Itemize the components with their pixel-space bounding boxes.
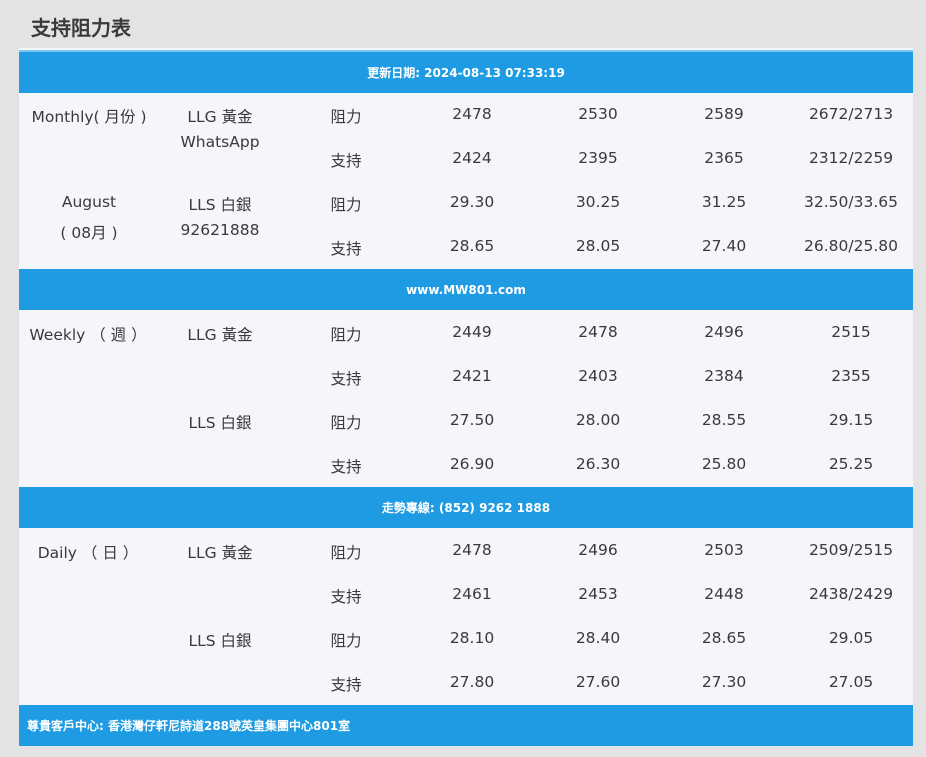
- weekly-row-0-value-1: 2478: [578, 323, 618, 341]
- daily-silver-label: LLS 白銀: [188, 632, 252, 650]
- monthly-row-1-value-1: 2395: [578, 149, 618, 167]
- weekly-row-2-value-1: 28.00: [575, 411, 621, 429]
- monthly-row-3-value-2: 27.40: [701, 237, 747, 255]
- whatsapp-label: WhatsApp: [180, 133, 260, 151]
- monthly-row-1-value-0: 2424: [452, 149, 492, 167]
- monthly-row-2-value-0: 29.30: [449, 193, 495, 211]
- daily-row-3-value-2: 27.30: [701, 673, 747, 691]
- monthly-row-2-value-2: 31.25: [701, 193, 747, 211]
- update-date-band: 更新日期: 2024-08-13 07:33:19: [19, 50, 913, 93]
- monthly-row-3-value-0: 28.65: [449, 237, 495, 255]
- weekly-row-3-value-1: 26.30: [575, 455, 621, 473]
- daily-row-0-value-3: 2509/2515: [808, 541, 894, 559]
- monthly-row-0-value-1: 2530: [578, 105, 618, 123]
- weekly-row-0-value-0: 2449: [452, 323, 492, 341]
- monthly-row-2-value-3: 32.50/33.65: [804, 193, 898, 211]
- weekly-row-0-value-3: 2515: [831, 323, 871, 341]
- daily-row-1-value-3: 2438/2429: [808, 585, 894, 603]
- weekly-row-2-value-0: 27.50: [449, 411, 495, 429]
- daily-row-2-type: 阻力: [330, 632, 362, 650]
- weekly-row-1-value-1: 2403: [578, 367, 618, 385]
- weekly-row-1-value-3: 2355: [831, 367, 871, 385]
- daily-gold-label: LLG 黃金: [187, 544, 253, 562]
- daily-row-3-type: 支持: [330, 676, 362, 694]
- monthly-row-1-type: 支持: [330, 152, 362, 170]
- weekly-row-3-value-0: 26.90: [449, 455, 495, 473]
- monthly-row-1-value-2: 2365: [704, 149, 744, 167]
- monthly-row-3-value-3: 26.80/25.80: [804, 237, 898, 255]
- weekly-row-0-type: 阻力: [330, 326, 362, 344]
- daily-row-0-value-2: 2503: [704, 541, 744, 559]
- daily-row-2-value-0: 28.10: [449, 629, 495, 647]
- monthly-row-0-value-0: 2478: [452, 105, 492, 123]
- website-band: www.MW801.com: [19, 269, 913, 310]
- page-title: 支持阻力表: [31, 16, 131, 40]
- daily-row-3-value-3: 27.05: [828, 673, 874, 691]
- monthly-silver-label: LLS 白銀: [188, 196, 252, 214]
- address-band: 尊貴客戶中心: 香港灣仔軒尼詩道288號英皇集團中心801室: [19, 705, 913, 746]
- weekly-row-2-type: 阻力: [330, 414, 362, 432]
- weekly-period-label: Weekly （ 週 ）: [29, 326, 147, 344]
- daily-row-1-value-1: 2453: [578, 585, 618, 603]
- daily-row-2-value-2: 28.65: [701, 629, 747, 647]
- monthly-row-2-value-1: 30.25: [575, 193, 621, 211]
- weekly-row-3-value-2: 25.80: [701, 455, 747, 473]
- weekly-row-0-value-2: 2496: [704, 323, 744, 341]
- month-name-label: August: [61, 193, 117, 211]
- monthly-row-3-value-1: 28.05: [575, 237, 621, 255]
- weekly-gold-label: LLG 黃金: [187, 326, 253, 344]
- monthly-gold-label: LLG 黃金: [187, 108, 253, 126]
- daily-row-1-value-2: 2448: [704, 585, 744, 603]
- monthly-row-0-value-3: 2672/2713: [808, 105, 894, 123]
- daily-period-label: Daily （ 日 ）: [37, 544, 139, 562]
- monthly-row-0-value-2: 2589: [704, 105, 744, 123]
- weekly-row-1-value-2: 2384: [704, 367, 744, 385]
- phone-number-label: 92621888: [180, 221, 260, 239]
- daily-row-0-value-1: 2496: [578, 541, 618, 559]
- monthly-row-3-type: 支持: [330, 240, 362, 258]
- daily-row-3-value-0: 27.80: [449, 673, 495, 691]
- weekly-row-3-type: 支持: [330, 458, 362, 476]
- monthly-row-0-type: 阻力: [330, 108, 362, 126]
- monthly-row-2-type: 阻力: [330, 196, 362, 214]
- daily-row-2-value-3: 29.05: [828, 629, 874, 647]
- hotline-band: 走勢專線: (852) 9262 1888: [19, 487, 913, 528]
- daily-row-2-value-1: 28.40: [575, 629, 621, 647]
- daily-row-0-value-0: 2478: [452, 541, 492, 559]
- daily-row-0-type: 阻力: [330, 544, 362, 562]
- weekly-silver-label: LLS 白銀: [188, 414, 252, 432]
- daily-row-1-type: 支持: [330, 588, 362, 606]
- weekly-row-3-value-3: 25.25: [828, 455, 874, 473]
- daily-row-3-value-1: 27.60: [575, 673, 621, 691]
- weekly-row-2-value-3: 29.15: [828, 411, 874, 429]
- month-cn-label: ( 08月 ): [60, 224, 118, 242]
- monthly-row-1-value-3: 2312/2259: [808, 149, 894, 167]
- daily-row-1-value-0: 2461: [452, 585, 492, 603]
- weekly-row-2-value-2: 28.55: [701, 411, 747, 429]
- weekly-row-1-value-0: 2421: [452, 367, 492, 385]
- weekly-row-1-type: 支持: [330, 370, 362, 388]
- monthly-period-label: Monthly( 月份 ): [31, 108, 147, 126]
